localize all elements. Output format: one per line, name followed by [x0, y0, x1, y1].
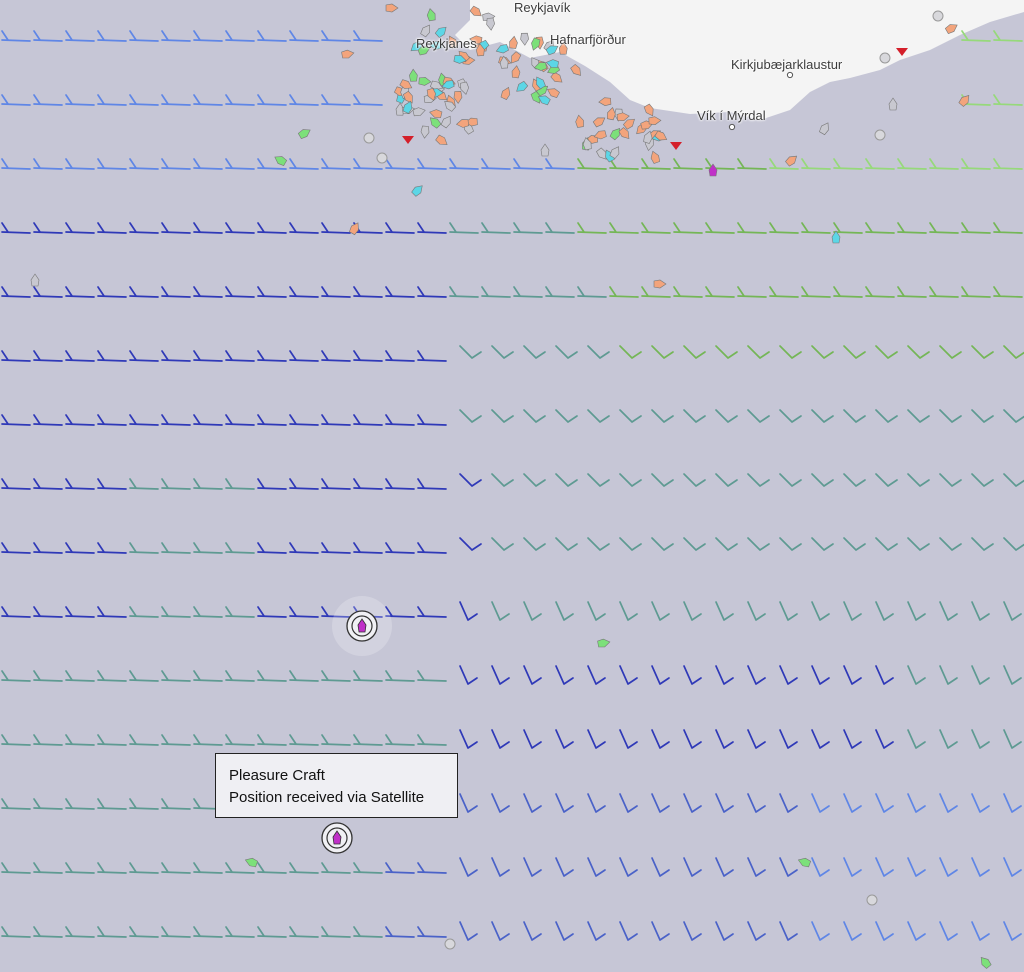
town-dot-icon — [728, 123, 736, 131]
vessel-icon[interactable] — [363, 132, 375, 144]
map-canvas[interactable] — [0, 0, 1024, 972]
selected-vessel-icon[interactable] — [332, 596, 392, 656]
vessel-icon[interactable] — [932, 10, 944, 22]
vessel-icon[interactable] — [866, 894, 878, 906]
ocean — [0, 0, 1024, 972]
place-label-vik[interactable]: Vík í Mýrdal — [697, 108, 766, 123]
town-dot-icon — [786, 71, 794, 79]
place-label-kirkjubaejarklaustur[interactable]: Kirkjubæjarklaustur — [731, 57, 842, 72]
vessel-icon[interactable] — [874, 129, 886, 141]
selected-vessel-icon[interactable] — [321, 822, 353, 854]
vessel-icon[interactable] — [376, 152, 388, 164]
tooltip-position-source: Position received via Satellite — [229, 789, 425, 806]
place-label-reykjanes[interactable]: Reykjanes — [416, 36, 477, 51]
vessel-icon[interactable] — [444, 938, 456, 950]
vessel-icon[interactable] — [879, 52, 891, 64]
place-label-reykjavik[interactable]: Reykjavík — [514, 0, 570, 15]
map-view[interactable]: Reykjavík Reykjanes Hafnarfjörður Kirkju… — [0, 0, 1024, 972]
tooltip-vessel-type: Pleasure Craft — [229, 767, 325, 784]
place-label-hafnarfjordur[interactable]: Hafnarfjörður — [550, 32, 626, 47]
vessel-tooltip: Pleasure Craft Position received via Sat… — [215, 753, 458, 818]
